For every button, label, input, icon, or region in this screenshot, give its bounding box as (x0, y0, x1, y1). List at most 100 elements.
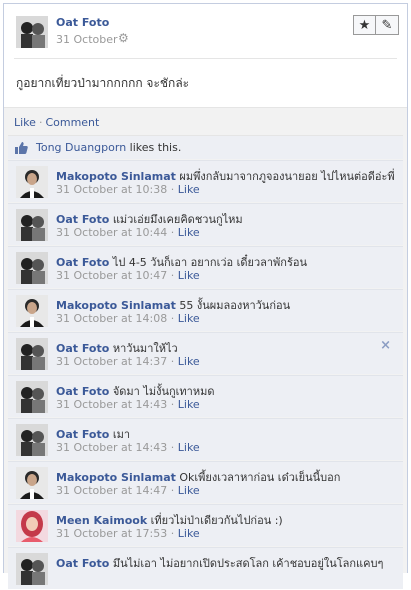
comment-link[interactable]: Comment (45, 116, 99, 129)
header-divider (14, 58, 397, 59)
comment-author[interactable]: Oat Foto (56, 557, 109, 570)
post-actions: Like · Comment (14, 116, 99, 129)
post-text: กูอยากเที่ยวป่ามากกกกก จะชักล่ะ (16, 76, 190, 90)
comment-author[interactable]: Meen Kaimook (56, 514, 147, 527)
comment-item: Oat Foto มึนไม่เอา ไม่อยากเปิดประสดโลก เ… (8, 547, 403, 589)
comment-text: มึนไม่เอา ไม่อยากเปิดประสดโลก เค้าชอบอยู… (112, 557, 384, 570)
comment-item: Oat Foto จัดมา ไม่งั้นกูเทาหมด 31 October… (8, 375, 403, 417)
comment-meta: 31 October at 10:47 · Like (56, 269, 200, 282)
comment-like-link[interactable]: Like (178, 183, 200, 196)
commenter-avatar[interactable] (16, 338, 48, 370)
comment-item: Meen Kaimook เที่ยวไม่ป่าเดียวกันไปก่อน … (8, 504, 403, 546)
comment-like-link[interactable]: Like (178, 269, 200, 282)
comment-author[interactable]: Oat Foto (56, 213, 109, 226)
comment-item: Makopoto Sinlamat Okเพี้ยงเวลาหาก่อน เด๋… (8, 461, 403, 503)
commenter-avatar[interactable] (16, 381, 48, 413)
comment-timestamp[interactable]: 31 October at 14:47 (56, 484, 167, 497)
comment-timestamp[interactable]: 31 October at 14:37 (56, 355, 167, 368)
post-author[interactable]: Oat Foto (56, 16, 109, 29)
commenter-avatar[interactable] (16, 252, 48, 284)
comment-like-link[interactable]: Like (178, 312, 200, 325)
post-date[interactable]: 31 October (56, 33, 118, 46)
author-avatar[interactable] (16, 16, 48, 48)
post-header: Oat Foto 31 October ⚙ ★ ✎ (14, 14, 399, 58)
comment-author[interactable]: Makopoto Sinlamat (56, 471, 176, 484)
comment-timestamp[interactable]: 31 October at 10:44 (56, 226, 167, 239)
post-card: Oat Foto 31 October ⚙ ★ ✎ กูอยากเที่ยวป่… (3, 3, 408, 589)
comment-text: ผมพึ่งกลับมาจากภูจองนายอย ไปไหนต่อดีอ่ะพ… (179, 170, 395, 183)
commenter-avatar[interactable] (16, 553, 48, 585)
comment-timestamp[interactable]: 31 October at 17:53 (56, 527, 167, 540)
comment-text: แม่วเอ่ยมึงเคยคิดชวนกูไหม (112, 213, 243, 226)
comment-timestamp[interactable]: 31 October at 14:43 (56, 398, 167, 411)
post-toolbar: ★ ✎ (353, 15, 399, 35)
comment-author[interactable]: Makopoto Sinlamat (56, 299, 176, 312)
comment-list: Makopoto Sinlamat ผมพึ่งกลับมาจากภูจองนา… (8, 160, 403, 590)
comment-item: Makopoto Sinlamat 55 งั้นผมลองหาวันก่อน 3… (8, 289, 403, 331)
comment-item: Makopoto Sinlamat ผมพึ่งกลับมาจากภูจองนา… (8, 160, 403, 202)
comment-text: 55 งั้นผมลองหาวันก่อน (179, 299, 291, 312)
likes-suffix: likes this. (126, 141, 182, 154)
comment-like-link[interactable]: Like (178, 441, 200, 454)
edit-button[interactable]: ✎ (376, 15, 399, 35)
comment-item: Oat Foto ไป 4-5 วันก็เอา อยากเว่อ เดี๋ยว… (8, 246, 403, 288)
thumbs-up-icon (14, 141, 28, 157)
comment-meta-separator: · (167, 312, 178, 325)
commenter-avatar[interactable] (16, 424, 48, 456)
comment-text: เมา (112, 428, 130, 441)
star-button[interactable]: ★ (353, 15, 376, 35)
comment-meta-separator: · (167, 355, 178, 368)
comment-meta-separator: · (167, 269, 178, 282)
like-link[interactable]: Like (14, 116, 36, 129)
comment-meta: 31 October at 14:08 · Like (56, 312, 200, 325)
comment-text: ไป 4-5 วันก็เอา อยากเว่อ เดี๋ยวลาพักร้อน (112, 256, 307, 269)
comment-meta: 31 October at 14:43 · Like (56, 398, 200, 411)
comment-meta: 31 October at 17:53 · Like (56, 527, 200, 540)
comment-item: Oat Foto หาวันมาให้ไว 31 October at 14:37… (8, 332, 403, 374)
comment-text: เที่ยวไม่ป่าเดียวกันไปก่อน :) (150, 514, 283, 527)
commenter-avatar[interactable] (16, 209, 48, 241)
comment-author[interactable]: Oat Foto (56, 385, 109, 398)
action-separator: · (38, 116, 43, 129)
comment-author[interactable]: Makopoto Sinlamat (56, 170, 176, 183)
comment-author[interactable]: Oat Foto (56, 342, 109, 355)
comment-meta-separator: · (167, 226, 178, 239)
commenter-avatar[interactable] (16, 295, 48, 327)
comment-item: Oat Foto แม่วเอ่ยมึงเคยคิดชวนกูไหม 31 Oct… (8, 203, 403, 245)
comment-text: จัดมา ไม่งั้นกูเทาหมด (112, 385, 215, 398)
commenter-avatar[interactable] (16, 467, 48, 499)
comment-line: Oat Foto มึนไม่เอา ไม่อยากเปิดประสดโลก เ… (56, 554, 383, 572)
comment-meta: 31 October at 14:47 · Like (56, 484, 200, 497)
comment-like-link[interactable]: Like (178, 527, 200, 540)
comment-meta: 31 October at 14:43 · Like (56, 441, 200, 454)
comment-like-link[interactable]: Like (178, 398, 200, 411)
comment-item: Oat Foto เมา 31 October at 14:43 · Like (8, 418, 403, 460)
comment-meta-separator: · (167, 441, 178, 454)
privacy-gear-icon[interactable]: ⚙ (118, 31, 129, 45)
comment-like-link[interactable]: Like (178, 355, 200, 368)
comment-meta: 31 October at 10:44 · Like (56, 226, 200, 239)
comment-meta-separator: · (167, 484, 178, 497)
comment-timestamp[interactable]: 31 October at 14:08 (56, 312, 167, 325)
comment-author[interactable]: Oat Foto (56, 428, 109, 441)
commenter-avatar[interactable] (16, 166, 48, 198)
feedback-section: Like · Comment Tong Duangporn likes this. … (4, 107, 407, 589)
comment-timestamp[interactable]: 31 October at 10:38 (56, 183, 167, 196)
comment-meta-separator: · (167, 527, 178, 540)
close-icon[interactable]: × (380, 338, 391, 353)
comment-meta-separator: · (167, 183, 178, 196)
comment-like-link[interactable]: Like (178, 484, 200, 497)
likes-row: Tong Duangporn likes this. (8, 135, 403, 159)
comment-text: หาวันมาให้ไว (112, 342, 178, 355)
star-icon: ★ (358, 17, 371, 33)
liker-name[interactable]: Tong Duangporn (36, 141, 126, 154)
comment-timestamp[interactable]: 31 October at 10:47 (56, 269, 167, 282)
likes-summary: Tong Duangporn likes this. (36, 141, 181, 154)
comment-meta-separator: · (167, 398, 178, 411)
comment-author[interactable]: Oat Foto (56, 256, 109, 269)
pencil-icon: ✎ (381, 17, 393, 33)
comment-meta: 31 October at 10:38 · Like (56, 183, 200, 196)
commenter-avatar[interactable] (16, 510, 48, 542)
comment-timestamp[interactable]: 31 October at 14:43 (56, 441, 167, 454)
comment-like-link[interactable]: Like (178, 226, 200, 239)
